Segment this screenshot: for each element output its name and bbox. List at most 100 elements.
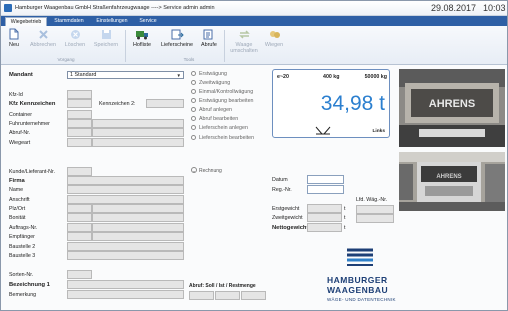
- rechnung-checkbox[interactable]: ⌄ Rechnung: [191, 167, 222, 174]
- window-title: Hamburger Waagenbau GmbH Straßenfahrzeug…: [15, 5, 215, 11]
- switch-scale-icon: [237, 28, 251, 40]
- erstgewicht-label: Erstgewicht: [272, 206, 300, 212]
- anschrift-label: Anschrift: [9, 197, 30, 203]
- option-einmal-kontrollwaegung[interactable]: Einmal/Kontrollwägung: [191, 89, 253, 95]
- logo-line3: WÄGE- UND DATENTECHNIK: [327, 297, 396, 302]
- option-erstwaegung-bearbeiten[interactable]: Erstwägung bearbeiten: [191, 98, 253, 104]
- plz-field[interactable]: [67, 204, 92, 213]
- auftrags-nr-field[interactable]: [67, 223, 92, 232]
- abruf-nr-field[interactable]: [67, 128, 92, 137]
- reg-nr-field[interactable]: [307, 185, 344, 194]
- new-document-icon: [7, 28, 21, 40]
- cancel-x-icon: [36, 28, 50, 40]
- delete-button[interactable]: Löschen: [61, 28, 89, 58]
- option-erstwaegung[interactable]: Erstwägung: [191, 71, 227, 77]
- option-abruf-bearbeiten[interactable]: Abruf bearbeiten: [191, 116, 238, 122]
- radio-icon: [191, 89, 196, 94]
- delete-button-label: Löschen: [64, 42, 86, 48]
- erstgewicht-field[interactable]: [307, 204, 342, 213]
- abrufe-button[interactable]: Abrufe: [198, 28, 220, 58]
- baustelle3-field[interactable]: [67, 251, 184, 260]
- fuhrunternehmer-label: Fuhrunternehmer: [9, 121, 50, 127]
- radio-icon: [191, 125, 196, 130]
- tab-bar: Wiegebetrieb Stammdaten Einstellungen Se…: [1, 16, 507, 26]
- kunde-lieferant-label: Kunde/Lieferant-Nr.: [9, 169, 55, 175]
- abruf-text-field[interactable]: [92, 128, 184, 137]
- name-field[interactable]: [67, 185, 184, 194]
- mandant-value: 1 Standard: [70, 72, 97, 78]
- radio-icon: [191, 116, 196, 121]
- option-zweitwaegung[interactable]: Zweitwägung: [191, 80, 230, 86]
- chevron-down-icon: ⌄: [191, 167, 197, 173]
- option-lieferschein-anlegen[interactable]: Lieferschein anlegen: [191, 125, 248, 131]
- switch-scale-button[interactable]: Waage umschalten: [228, 28, 260, 58]
- sorten-nr-field[interactable]: [67, 270, 92, 279]
- abruf-soll-field[interactable]: [189, 291, 214, 300]
- option-lieferschein-bearbeiten[interactable]: Lieferschein bearbeiten: [191, 135, 254, 141]
- wiegeart-nr-field[interactable]: [67, 138, 92, 147]
- fuhrunternehmer-name-field[interactable]: [92, 119, 184, 128]
- camera-top-text: AHRENS: [429, 98, 475, 110]
- lfd-waeg-nr-field-2[interactable]: [356, 214, 394, 223]
- tab-stammdaten[interactable]: Stammdaten: [49, 17, 89, 26]
- hofliste-button[interactable]: Hofliste: [129, 28, 155, 58]
- save-button[interactable]: Speichern: [90, 28, 122, 58]
- container-field[interactable]: [67, 110, 92, 119]
- new-button[interactable]: Neu: [5, 28, 23, 58]
- weigh-icon: [267, 28, 281, 40]
- tab-service[interactable]: Service: [135, 17, 161, 26]
- ribbon-separator: [224, 30, 225, 62]
- save-button-label: Speichern: [93, 42, 119, 48]
- erstgewicht-unit: t: [344, 206, 346, 212]
- option-abruf-anlegen[interactable]: Abruf anlegen: [191, 107, 232, 113]
- anschrift-field[interactable]: [67, 195, 184, 204]
- firma-field[interactable]: [67, 176, 184, 185]
- lieferscheine-button[interactable]: Lieferscheine: [157, 28, 197, 58]
- kfz-kennzeichen-label: Kfz Kennzeichen: [9, 101, 56, 107]
- fuhrunternehmer-nr-field[interactable]: [67, 119, 92, 128]
- lfd-waeg-nr-field-1[interactable]: [356, 205, 394, 214]
- kunde-lieferant-field[interactable]: [67, 167, 92, 176]
- scale-side-label: Links: [372, 129, 385, 134]
- datum-field[interactable]: [307, 175, 344, 184]
- bonitaet-text-field[interactable]: [92, 213, 184, 222]
- group-vorgang-label: Vorgang: [57, 57, 75, 62]
- bemerkung-label: Bemerkung: [9, 292, 37, 298]
- zweitgewicht-label: Zweitgewicht: [272, 215, 303, 221]
- empfaenger-nr-field[interactable]: [67, 232, 92, 241]
- tab-einstellungen[interactable]: Einstellungen: [91, 17, 133, 26]
- lieferscheine-button-label: Lieferscheine: [160, 42, 194, 48]
- save-icon: [99, 28, 113, 40]
- kfz-kennzeichen-field[interactable]: [67, 99, 92, 108]
- radio-icon: [191, 107, 196, 112]
- weigh-button[interactable]: Wiegen: [261, 28, 287, 58]
- baustelle2-field[interactable]: [67, 242, 184, 251]
- mandant-select[interactable]: 1 Standard ▼: [67, 71, 184, 79]
- bonitaet-nr-field[interactable]: [67, 213, 92, 222]
- scale-min: 400 kg: [323, 74, 340, 80]
- baustelle2-label: Baustelle 2: [9, 244, 36, 250]
- kennzeichen2-field[interactable]: [146, 99, 184, 108]
- abruf-rest-field[interactable]: [241, 291, 266, 300]
- abruf-nr-label: Abruf-Nr.: [9, 130, 31, 136]
- radio-icon: [191, 135, 196, 140]
- nettogewicht-field[interactable]: [307, 223, 342, 232]
- wiegeart-text-field[interactable]: [92, 138, 184, 147]
- camera-bottom-text: AHRENS: [436, 174, 461, 180]
- abruf-ist-field[interactable]: [215, 291, 240, 300]
- app-icon: [4, 4, 12, 12]
- empfaenger-text-field[interactable]: [92, 232, 184, 241]
- bemerkung-field[interactable]: [67, 290, 184, 299]
- hofliste-button-label: Hofliste: [133, 42, 151, 48]
- tab-wiegebetrieb[interactable]: Wiegebetrieb: [5, 17, 47, 26]
- zweitgewicht-field[interactable]: [307, 213, 342, 222]
- ort-field[interactable]: [92, 204, 184, 213]
- auftrags-text-field[interactable]: [92, 223, 184, 232]
- cancel-button[interactable]: Abbrechen: [25, 28, 61, 58]
- chevron-down-icon: ▼: [176, 73, 181, 78]
- kennzeichen2-label: Kennzeichen 2:: [99, 101, 136, 107]
- kfz-id-field[interactable]: [67, 90, 92, 99]
- empfaenger-label: Empfänger: [9, 234, 35, 240]
- bezeichnung1-field[interactable]: [67, 280, 184, 289]
- current-date: 29.08.2017: [431, 3, 477, 13]
